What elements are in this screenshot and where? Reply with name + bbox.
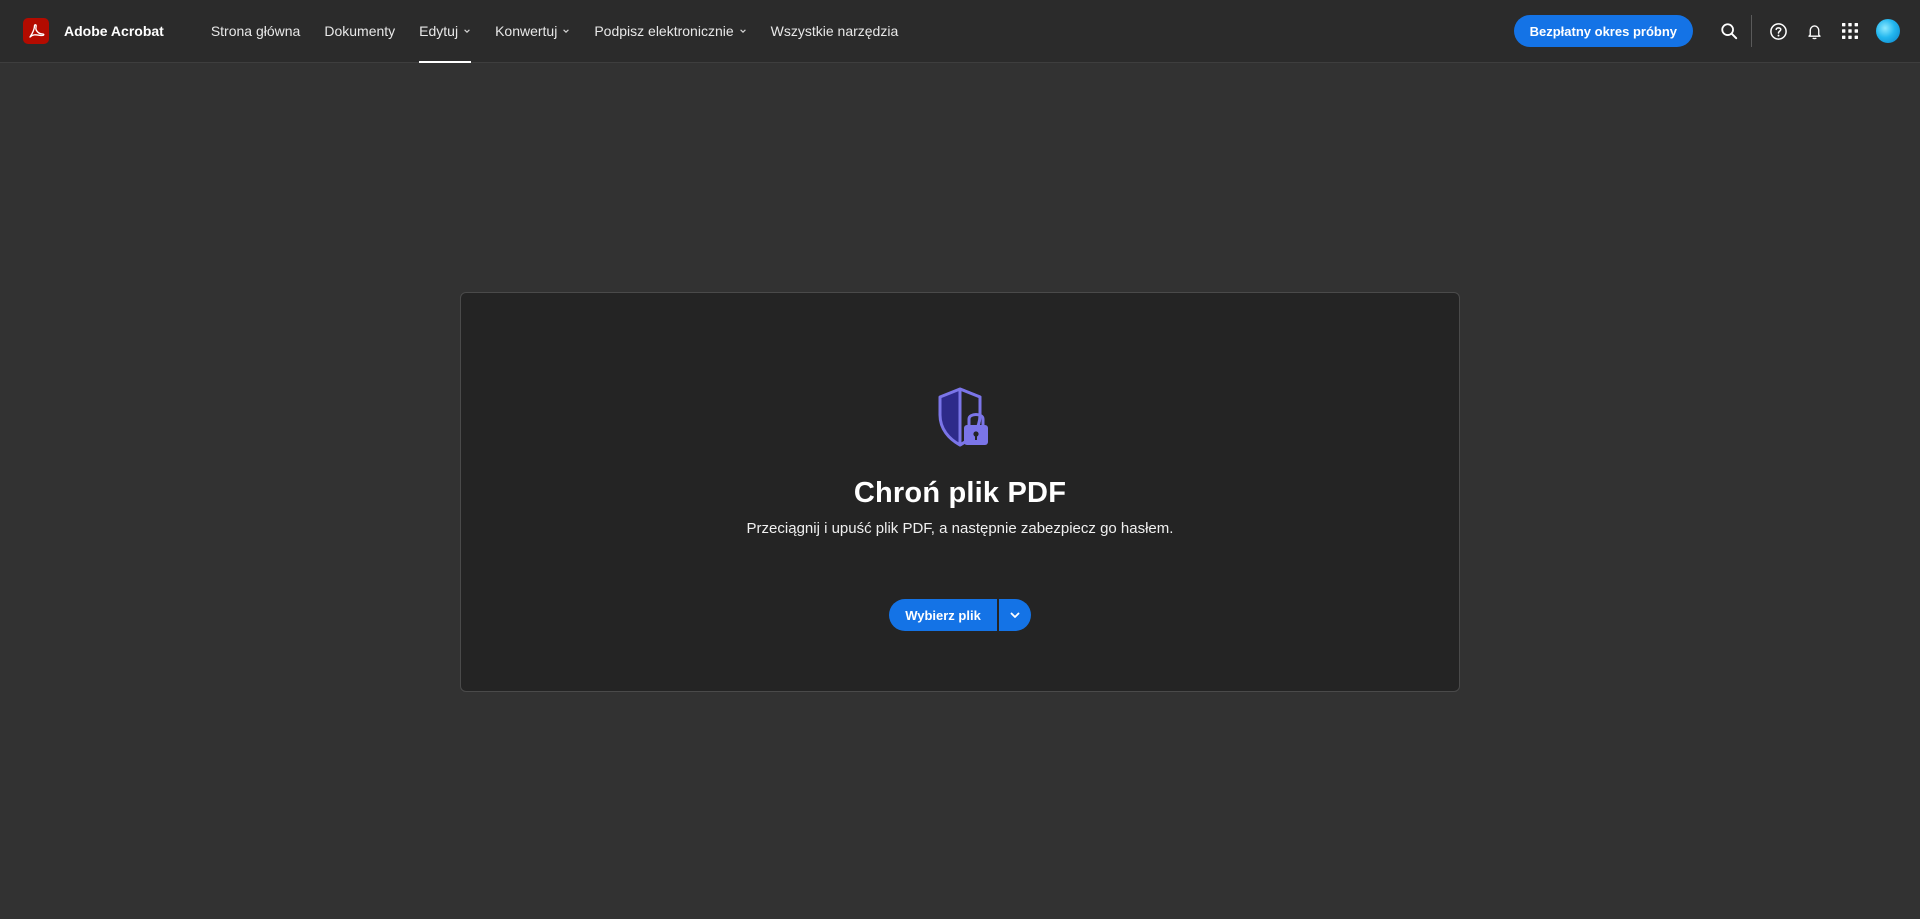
choose-file-button[interactable]: Wybierz plik: [889, 599, 997, 631]
page-title: Chroń plik PDF: [853, 477, 1067, 509]
apps-grid-icon[interactable]: [1832, 13, 1868, 49]
choose-file-split-button: Wybierz plik: [889, 599, 1031, 631]
nav-item-label: Dokumenty: [324, 23, 396, 39]
free-trial-button[interactable]: Bezpłatny okres próbny: [1513, 15, 1693, 47]
top-navigation-bar: Adobe Acrobat Strona główna Dokumenty Ed…: [0, 0, 1920, 63]
nav-item-e-sign[interactable]: Podpisz elektronicznie: [594, 0, 746, 62]
shield-lock-icon: [928, 385, 992, 449]
nav-item-label: Podpisz elektronicznie: [594, 23, 734, 39]
chevron-down-icon: [562, 27, 570, 35]
nav-item-label: Konwertuj: [495, 23, 558, 39]
nav-item-all-tools[interactable]: Wszystkie narzędzia: [771, 0, 899, 62]
nav-item-label: Wszystkie narzędzia: [770, 23, 899, 39]
brand[interactable]: Adobe Acrobat: [23, 0, 164, 62]
main-nav: Strona główna Dokumenty Edytuj Konwertuj…: [211, 0, 922, 63]
bell-icon[interactable]: [1796, 13, 1832, 49]
chevron-down-icon: [1009, 609, 1021, 621]
nav-item-documents[interactable]: Dokumenty: [324, 0, 395, 62]
nav-item-home[interactable]: Strona główna: [211, 0, 301, 62]
chevron-down-icon: [463, 27, 471, 35]
acrobat-logo-icon: [23, 18, 49, 44]
header-divider: [1751, 15, 1752, 47]
header-actions: Bezpłatny okres próbny: [1513, 0, 1900, 62]
chevron-down-icon: [739, 27, 747, 35]
nav-item-label: Edytuj: [419, 23, 459, 39]
drop-zone-card[interactable]: Chroń plik PDF Przeciągnij i upuść plik …: [460, 292, 1460, 692]
choose-file-dropdown-button[interactable]: [998, 599, 1031, 631]
search-icon[interactable]: [1711, 13, 1747, 49]
avatar[interactable]: [1876, 19, 1900, 43]
page-subtitle: Przeciągnij i upuść plik PDF, a następni…: [746, 520, 1174, 537]
nav-item-convert[interactable]: Konwertuj: [495, 0, 570, 62]
app-name: Adobe Acrobat: [64, 23, 164, 39]
nav-item-label: Strona główna: [210, 23, 301, 39]
help-icon[interactable]: [1760, 13, 1796, 49]
nav-item-edit[interactable]: Edytuj: [419, 0, 472, 63]
